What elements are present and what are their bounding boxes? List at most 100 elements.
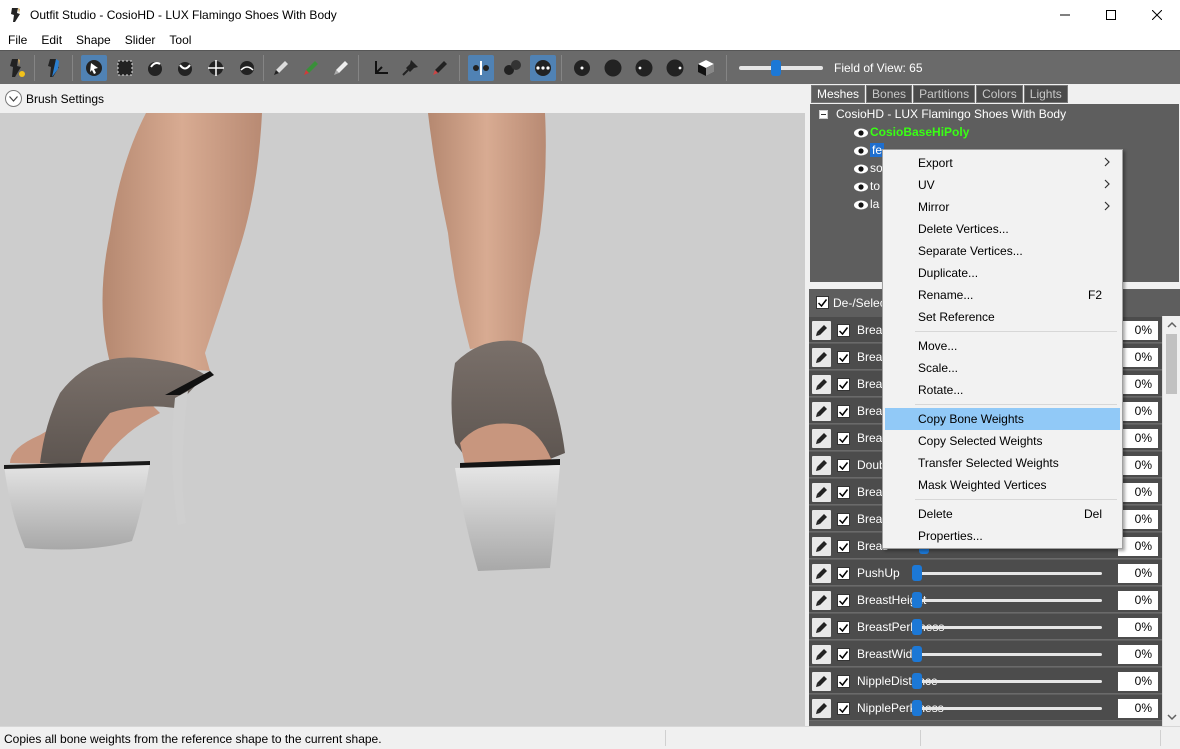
- pivot-tool-button[interactable]: [397, 55, 423, 81]
- edit-slider-button[interactable]: [812, 537, 831, 556]
- slider-value-field[interactable]: 0%: [1118, 429, 1158, 448]
- slider-value-field[interactable]: 0%: [1118, 483, 1158, 502]
- slider-value-field[interactable]: 0%: [1118, 564, 1158, 583]
- slider-list-scrollbar[interactable]: [1162, 316, 1180, 726]
- menu-tool[interactable]: Tool: [162, 30, 198, 50]
- edit-slider-button[interactable]: [812, 483, 831, 502]
- slider-value-field[interactable]: 0%: [1118, 321, 1158, 340]
- menu-item-properties[interactable]: Properties...: [885, 525, 1120, 547]
- slider-thumb[interactable]: [911, 673, 922, 689]
- slider-thumb[interactable]: [911, 700, 922, 716]
- slider-checkbox[interactable]: [837, 567, 850, 580]
- menu-item-duplicate[interactable]: Duplicate...: [885, 262, 1120, 284]
- tab-colors[interactable]: Colors: [976, 85, 1023, 103]
- color-brush-button[interactable]: [298, 55, 324, 81]
- brush-falloff-button[interactable]: [631, 55, 657, 81]
- edit-slider-button[interactable]: [812, 456, 831, 475]
- mesh-item-to[interactable]: to: [853, 177, 880, 195]
- slider-thumb[interactable]: [911, 565, 922, 581]
- mesh-tree-root[interactable]: CosioHD - LUX Flamingo Shoes With Body: [836, 105, 1066, 123]
- slider-track[interactable]: [913, 653, 1102, 656]
- slider-checkbox[interactable]: [837, 432, 850, 445]
- brush-settings-bar[interactable]: Brush Settings: [0, 85, 805, 112]
- 3d-viewport[interactable]: [0, 113, 805, 726]
- field-of-view-slider[interactable]: [739, 66, 823, 70]
- wireframe-toggle-button[interactable]: [693, 55, 719, 81]
- tab-meshes[interactable]: Meshes: [811, 85, 866, 103]
- inflate-brush-button[interactable]: [142, 55, 168, 81]
- slider-value-field[interactable]: 0%: [1118, 699, 1158, 718]
- slider-checkbox[interactable]: [837, 405, 850, 418]
- maximize-button[interactable]: [1088, 0, 1134, 30]
- edit-slider-button[interactable]: [812, 564, 831, 583]
- slider-value-field[interactable]: 0%: [1118, 618, 1158, 637]
- edit-slider-button[interactable]: [812, 591, 831, 610]
- edit-slider-button[interactable]: [812, 429, 831, 448]
- slider-value-field[interactable]: 0%: [1118, 537, 1158, 556]
- edit-slider-button[interactable]: [812, 510, 831, 529]
- mesh-item-so[interactable]: so: [853, 159, 883, 177]
- connected-only-button[interactable]: [499, 55, 525, 81]
- menu-item-copy-selected-weights[interactable]: Copy Selected Weights: [885, 430, 1120, 452]
- load-reference-button[interactable]: [4, 55, 30, 81]
- slider-thumb[interactable]: [911, 619, 922, 635]
- slider-track[interactable]: [913, 626, 1102, 629]
- smooth-brush-button[interactable]: [234, 55, 260, 81]
- edit-slider-button[interactable]: [812, 672, 831, 691]
- mask-brush-button[interactable]: [112, 55, 138, 81]
- tree-collapse-toggle[interactable]: [819, 110, 828, 119]
- menu-item-scale[interactable]: Scale...: [885, 357, 1120, 379]
- slider-value-field[interactable]: 0%: [1118, 672, 1158, 691]
- slider-track[interactable]: [913, 572, 1102, 575]
- menu-item-uv[interactable]: UV: [885, 174, 1120, 196]
- menu-item-delete-vertices[interactable]: Delete Vertices...: [885, 218, 1120, 240]
- menu-item-rotate[interactable]: Rotate...: [885, 379, 1120, 401]
- slider-track[interactable]: [913, 707, 1102, 710]
- tab-partitions[interactable]: Partitions: [913, 85, 976, 103]
- slider-checkbox[interactable]: [837, 702, 850, 715]
- weight-brush-button[interactable]: [268, 55, 294, 81]
- scrollbar-thumb[interactable]: [1166, 334, 1177, 394]
- slider-value-field[interactable]: 0%: [1118, 510, 1158, 529]
- edit-slider-button[interactable]: [812, 645, 831, 664]
- eye-icon[interactable]: [853, 181, 869, 193]
- chevron-down-icon[interactable]: [5, 90, 22, 107]
- slider-checkbox[interactable]: [837, 486, 850, 499]
- slider-value-field[interactable]: 0%: [1118, 591, 1158, 610]
- menu-slider[interactable]: Slider: [118, 30, 163, 50]
- menu-item-delete[interactable]: Delete Del: [885, 503, 1120, 525]
- slider-value-field[interactable]: 0%: [1118, 402, 1158, 421]
- eye-icon[interactable]: [853, 145, 869, 157]
- slider-track[interactable]: [913, 599, 1102, 602]
- menu-item-copy-bone-weights[interactable]: Copy Bone Weights: [885, 408, 1120, 430]
- deflate-brush-button[interactable]: [172, 55, 198, 81]
- menu-item-mask-weighted-vertices[interactable]: Mask Weighted Vertices: [885, 474, 1120, 496]
- x-mirror-button[interactable]: [468, 55, 494, 81]
- global-brush-button[interactable]: [530, 55, 556, 81]
- menu-item-mirror[interactable]: Mirror: [885, 196, 1120, 218]
- scroll-up-icon[interactable]: [1163, 318, 1180, 332]
- slider-value-field[interactable]: 0%: [1118, 375, 1158, 394]
- close-button[interactable]: [1134, 0, 1180, 30]
- menu-item-move[interactable]: Move...: [885, 335, 1120, 357]
- slider-checkbox[interactable]: [837, 594, 850, 607]
- brush-size-small-button[interactable]: [569, 55, 595, 81]
- slider-checkbox[interactable]: [837, 648, 850, 661]
- brush-size-medium-button[interactable]: [600, 55, 626, 81]
- menu-item-separate-vertices[interactable]: Separate Vertices...: [885, 240, 1120, 262]
- brush-strength-button[interactable]: [662, 55, 688, 81]
- tab-lights[interactable]: Lights: [1023, 85, 1068, 103]
- menu-edit[interactable]: Edit: [34, 30, 69, 50]
- field-of-view-slider-thumb[interactable]: [771, 60, 781, 76]
- scroll-down-icon[interactable]: [1163, 710, 1180, 724]
- eye-icon[interactable]: [853, 163, 869, 175]
- eye-icon[interactable]: [853, 127, 869, 139]
- slider-value-field[interactable]: 0%: [1118, 348, 1158, 367]
- slider-checkbox[interactable]: [837, 324, 850, 337]
- slider-thumb[interactable]: [911, 646, 922, 662]
- alpha-brush-button[interactable]: [328, 55, 354, 81]
- mesh-item-cosiobasehipoly[interactable]: CosioBaseHiPoly: [853, 123, 969, 141]
- select-brush-button[interactable]: [81, 55, 107, 81]
- slider-checkbox[interactable]: [837, 621, 850, 634]
- edit-slider-button[interactable]: [812, 348, 831, 367]
